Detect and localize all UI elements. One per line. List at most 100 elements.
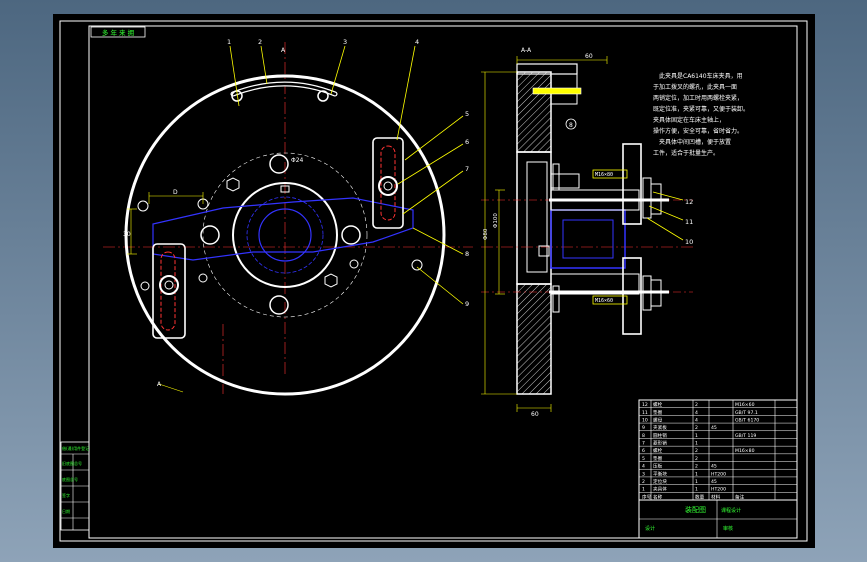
- parts-list-cell: 平衡块: [653, 470, 667, 477]
- part-label-2: 2: [258, 38, 262, 46]
- dim-bottom: 60: [531, 411, 539, 418]
- parts-list-cell: 45: [711, 479, 717, 485]
- part-label-11: 11: [685, 218, 693, 226]
- left-strip-row-5: 日期: [62, 508, 70, 514]
- parts-list-cell: M16×60: [735, 402, 755, 408]
- drawing-title: 装配图: [685, 505, 706, 514]
- parts-list-cell: 菱形销: [653, 440, 667, 447]
- part-label-5: 5: [465, 110, 469, 118]
- callout-lower: M16×60: [595, 298, 613, 304]
- dim-left-b: Φ100: [493, 213, 499, 228]
- parts-list-cell: 4: [695, 417, 698, 423]
- parts-header-cell: 序号: [642, 493, 652, 500]
- parts-list-cell: HT200: [711, 487, 726, 493]
- bolt-hole-left: [200, 225, 220, 245]
- left-strip-row-2: 旧底图总号: [62, 460, 82, 466]
- parts-list-cell: 夹具体: [653, 486, 667, 493]
- parts-list-cell: M16×80: [735, 448, 755, 454]
- parts-list-cell: 12: [642, 402, 648, 408]
- note-line-8: 工件，适合于批量生产。: [653, 149, 719, 157]
- parts-list-cell: 3: [642, 471, 645, 477]
- parts-list-cell: 7: [642, 441, 645, 447]
- left-strip-row-4: 签字: [62, 492, 70, 498]
- note-line-7: 夹具体中间凹槽，便于放置: [659, 138, 731, 146]
- callout-upper: M16×80: [595, 172, 613, 178]
- note-line-1: 此夹具是CA6140车床夹具，用: [659, 72, 743, 80]
- section-title: A-A: [521, 47, 532, 54]
- part-label-4: 4: [415, 38, 419, 46]
- parts-list-cell: GB/T 119: [735, 433, 756, 439]
- workpiece-section: [550, 209, 626, 269]
- hole-size-label: Φ24: [291, 157, 304, 164]
- parts-list-cell: 9: [642, 425, 645, 431]
- dim-d: D: [173, 189, 178, 196]
- dim-left-a: Φ80: [483, 228, 489, 240]
- parts-list-cell: 1: [695, 487, 698, 493]
- parts-list-cell: 2: [695, 464, 698, 470]
- part-label-3: 3: [343, 38, 347, 46]
- parts-list-cell: 定位块: [653, 478, 667, 485]
- left-strip-row-3: 底图总号: [62, 476, 78, 482]
- parts-list-cell: GB/T 6170: [735, 417, 759, 423]
- part-label-10: 10: [685, 238, 693, 246]
- parts-list-cell: 11: [642, 410, 648, 416]
- parts-list-cell: 6: [642, 448, 645, 454]
- parts-list-cell: 圆柱销: [653, 432, 667, 439]
- part-label-12: 12: [685, 198, 693, 206]
- parts-list-cell: 2: [642, 479, 645, 485]
- school-label: 课程设计: [721, 507, 741, 514]
- hex-nut-1: [226, 177, 240, 192]
- parts-list-cell: 2: [695, 456, 698, 462]
- parts-list-cell: 1: [695, 433, 698, 439]
- dim-small-left: 30: [123, 231, 131, 238]
- body-section-lower: [516, 283, 552, 395]
- note-line-5: 夹具体固定在车床主轴上，: [653, 116, 725, 124]
- parts-list-cell: 45: [711, 464, 717, 470]
- clamp-plate-right: [372, 137, 404, 229]
- part-label-6: 6: [465, 138, 469, 146]
- parts-header-cell: 材料: [711, 493, 721, 500]
- part-label-9: 9: [465, 300, 469, 308]
- parts-list-cell: 45: [711, 425, 717, 431]
- part-label-7: 7: [465, 165, 469, 173]
- bolt-hole-right: [341, 225, 361, 245]
- parts-header-cell: 名称: [653, 493, 663, 500]
- technical-notes: 此夹具是CA6140车床夹具，用 于加工拨叉的螺孔，此夹具一面 两销定位，加工时…: [653, 72, 749, 157]
- parts-list-cell: HT200: [711, 471, 726, 477]
- section-view: A-A M16×80 M16×60 8 12 11 10 60 60 Φ80 Φ…: [481, 47, 693, 418]
- left-strip-row-1: 借(通)用件登记: [62, 445, 89, 451]
- parts-list-cell: 1: [695, 471, 698, 477]
- parts-list-cell: 4: [642, 464, 645, 470]
- parts-list-cell: 螺母: [653, 416, 663, 423]
- parts-header-cell: 数量: [695, 493, 705, 500]
- dim-top: 60: [585, 53, 593, 60]
- note-line-4: 既定位准，夹紧可靠，又便于装卸。: [653, 105, 749, 113]
- part-label-8: 8: [465, 250, 469, 258]
- parts-list-cell: 1: [695, 479, 698, 485]
- parts-list-cell: 4: [695, 410, 698, 416]
- part-label-1: 1: [227, 38, 231, 46]
- parts-list-cell: 螺栓: [653, 447, 663, 454]
- parts-list-cell: 1: [642, 487, 645, 493]
- hex-nut-2: [324, 273, 338, 288]
- parts-list-cell: 1: [695, 441, 698, 447]
- drawing-canvas[interactable]: 多 年 来 拥 1 2 3 4 5 6 7 8 9 D 30 Φ24 A A A…: [53, 14, 815, 548]
- parts-list-cell: 垫圈: [653, 455, 663, 462]
- body-section-upper: [516, 71, 552, 153]
- designer-label: 设计: [645, 525, 655, 532]
- cad-drawing: 多 年 来 拥 1 2 3 4 5 6 7 8 9 D 30 Φ24 A A A…: [59, 20, 808, 542]
- parts-header-cell: 备注: [735, 493, 745, 500]
- title-block: 12 螺栓 2 M16×6011 垫圈 4 GB/T 97.110 螺母 4 GB/T 61709…: [638, 399, 798, 539]
- corner-stamp-text: 多 年 来 拥: [102, 28, 135, 37]
- parts-list-cell: 垫圈: [653, 409, 663, 416]
- parts-list-cell: 8: [642, 433, 645, 439]
- note-line-3: 两销定位，加工时用两螺栓夹紧，: [653, 94, 743, 102]
- parts-list-cell: GB/T 97.1: [735, 410, 758, 416]
- front-view: 1 2 3 4 5 6 7 8 9 D 30 Φ24 A A: [103, 38, 473, 396]
- parts-list-cell: 2: [695, 448, 698, 454]
- note-line-6: 操作方便，安全可靠，省时省力。: [653, 127, 743, 135]
- left-registration-strip: 借(通)用件登记 旧底图总号 底图总号 签字 日期: [60, 441, 90, 531]
- parts-list-cell: 夹紧板: [653, 424, 667, 431]
- parts-list-cell: 10: [642, 417, 648, 423]
- parts-list-cell: 2: [695, 425, 698, 431]
